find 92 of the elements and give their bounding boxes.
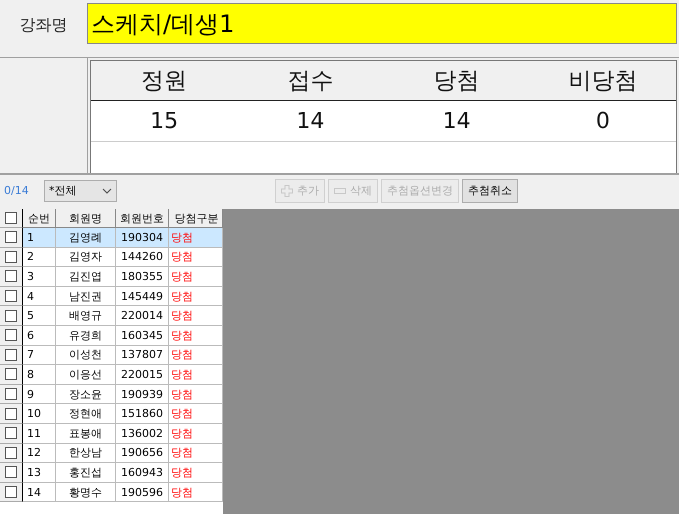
table-row[interactable]: 4 남진권 145449 당첨 xyxy=(0,286,223,306)
checkbox[interactable] xyxy=(5,329,17,342)
column-header[interactable]: 회원명 xyxy=(56,209,116,228)
table-cell: 220015 xyxy=(116,365,169,385)
table-cell: 220014 xyxy=(116,306,169,326)
table-cell: 유경희 xyxy=(56,326,116,346)
checkbox[interactable] xyxy=(5,290,17,302)
checkbox[interactable] xyxy=(5,466,17,478)
table-cell: 5 xyxy=(23,306,56,326)
checkbox[interactable] xyxy=(5,486,17,498)
checkbox[interactable] xyxy=(5,408,17,420)
table-cell: 장소윤 xyxy=(56,384,116,404)
column-header[interactable]: 순번 xyxy=(23,209,56,228)
stat-header: 당첨 xyxy=(432,67,481,96)
checkbox[interactable] xyxy=(5,348,17,361)
stat-value: 14 xyxy=(295,108,326,136)
table-cell: 137807 xyxy=(116,346,169,366)
table-cell: 151860 xyxy=(116,404,169,424)
table-row[interactable]: 10 정현애 151860 당첨 xyxy=(0,404,223,424)
table-cell: 190939 xyxy=(116,384,169,404)
table-row[interactable]: 3 김진엽 180355 당첨 xyxy=(0,267,223,287)
table-cell: 2 xyxy=(23,248,56,268)
table-cell: 남진권 xyxy=(56,286,116,306)
checkbox[interactable] xyxy=(5,212,17,224)
table-cell: 7 xyxy=(23,346,56,366)
table-cell: 12 xyxy=(23,444,56,464)
table-cell: 황명수 xyxy=(56,482,116,502)
table-row[interactable]: 6 유경희 160345 당첨 xyxy=(0,326,223,346)
checkbox[interactable] xyxy=(5,427,17,440)
table-cell: 이성천 xyxy=(56,346,116,366)
column-header[interactable]: 당첨구분 xyxy=(169,209,223,228)
table-cell: 이응선 xyxy=(56,365,116,385)
table-row[interactable]: 11 표봉애 136002 당첨 xyxy=(0,424,223,444)
table-cell: 배영규 xyxy=(56,306,116,326)
table-cell: 190656 xyxy=(116,444,169,464)
table-row[interactable]: 13 홍진섭 160943 당첨 xyxy=(0,463,223,483)
checkbox[interactable] xyxy=(5,310,17,322)
table-row[interactable]: 12 한상남 190656 당첨 xyxy=(0,444,223,464)
table-row[interactable]: 5 배영규 220014 당첨 xyxy=(0,306,223,326)
table-cell: 정현애 xyxy=(56,404,116,424)
table-cell: 11 xyxy=(23,424,56,444)
stat-header: 정원 xyxy=(140,67,188,96)
table-row[interactable]: 7 이성천 137807 당첨 xyxy=(0,346,223,366)
stat-value: 15 xyxy=(149,108,180,136)
filter-dropdown[interactable]: *전체 xyxy=(44,180,117,202)
table-cell: 1 xyxy=(23,228,56,248)
stat-header: 접수 xyxy=(286,67,334,96)
table-cell: 당첨 xyxy=(169,228,223,248)
table-cell: 김영례 xyxy=(56,228,116,248)
stat-header: 비당첨 xyxy=(567,67,638,96)
table-cell: 4 xyxy=(23,286,56,306)
checkbox[interactable] xyxy=(5,368,17,380)
checkbox[interactable] xyxy=(5,270,17,282)
checkbox[interactable] xyxy=(5,388,17,400)
table-row[interactable]: 8 이응선 220015 당첨 xyxy=(0,365,223,385)
stat-value: 14 xyxy=(442,108,472,136)
caret-icon xyxy=(102,188,112,194)
table-cell: 160345 xyxy=(116,326,169,346)
stat-value: 0 xyxy=(594,108,611,136)
table-cell: 8 xyxy=(23,365,56,385)
minus-icon xyxy=(334,188,346,194)
table-cell: 홍진섭 xyxy=(56,463,116,483)
table-cell: 144260 xyxy=(116,248,169,268)
table-cell: 160943 xyxy=(116,463,169,483)
table-row[interactable]: 1 김영례 190304 당첨 xyxy=(0,228,223,248)
table-row[interactable]: 2 김영자 144260 당첨 xyxy=(0,248,223,268)
column-header[interactable]: 회원번호 xyxy=(116,209,169,228)
table-cell: 한상남 xyxy=(56,444,116,464)
table-row[interactable]: 14 황명수 190596 당첨 xyxy=(0,482,223,502)
table-cell: 145449 xyxy=(116,286,169,306)
table-cell: 10 xyxy=(23,404,56,424)
table-cell: 김영자 xyxy=(56,248,116,268)
table-cell: 3 xyxy=(23,267,56,287)
table-cell: 9 xyxy=(23,384,56,404)
selection-count: 0/14 xyxy=(4,184,30,197)
plus-icon xyxy=(281,184,293,196)
table-cell: 표봉애 xyxy=(56,424,116,444)
table-cell: 14 xyxy=(23,482,56,502)
course-name-field: 스케치/데생1 xyxy=(87,3,677,44)
checkbox[interactable] xyxy=(5,446,17,459)
table-cell: 김진엽 xyxy=(56,267,116,287)
table-row[interactable]: 9 장소윤 190939 당첨 xyxy=(0,384,223,404)
table-cell: 190596 xyxy=(116,482,169,502)
table-cell: 13 xyxy=(23,463,56,483)
table-cell: 136002 xyxy=(116,424,169,444)
table-cell: 180355 xyxy=(116,267,169,287)
table-cell: 6 xyxy=(23,326,56,346)
toolbar-button[interactable]: 추첨취소 xyxy=(462,178,518,202)
course-label: 강좌명 xyxy=(18,14,68,36)
checkbox[interactable] xyxy=(5,231,17,244)
table-cell: 190304 xyxy=(116,228,169,248)
checkbox[interactable] xyxy=(5,250,17,263)
